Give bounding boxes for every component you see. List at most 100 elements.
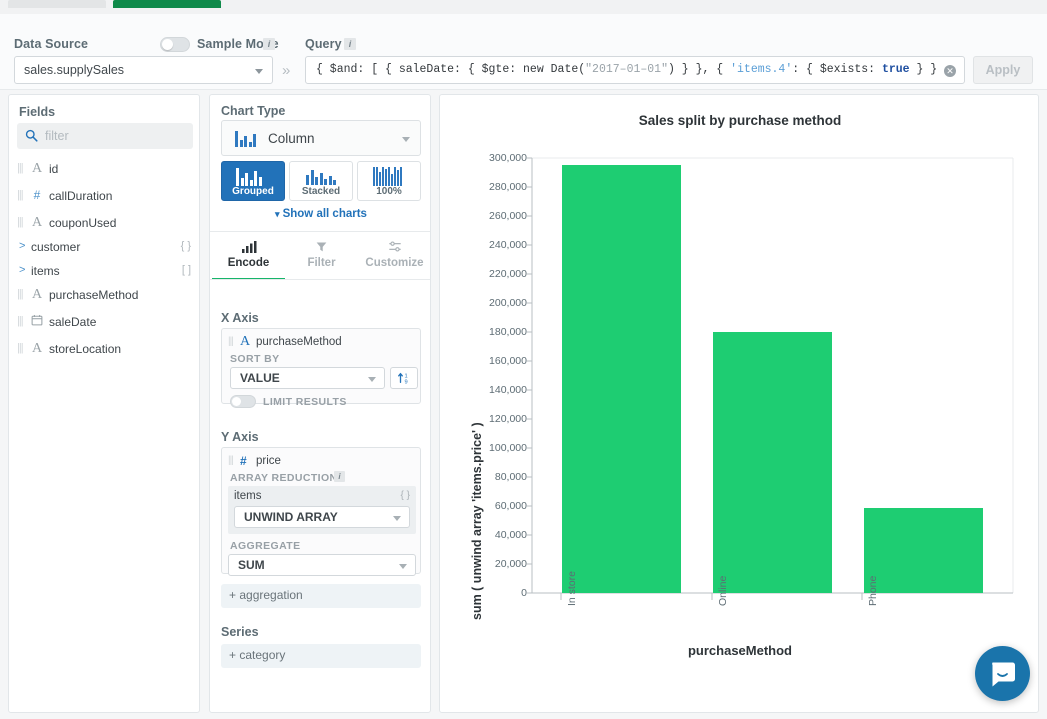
clear-query-icon[interactable]: ✕ [944, 65, 956, 77]
reduction-value: UNWIND ARRAY [244, 510, 338, 524]
chart-type-title: Chart Type [221, 104, 285, 118]
full-height-bars-icon [373, 167, 402, 186]
drag-handle-icon[interactable]: ||| [17, 217, 25, 228]
array-type-icon: [ ] [182, 264, 191, 276]
browser-tab-active[interactable] [113, 0, 221, 8]
chat-launcher-button[interactable] [975, 646, 1030, 701]
show-all-charts-link[interactable]: ▾Show all charts [221, 208, 421, 220]
sample-mode-info-icon[interactable]: i [263, 38, 275, 50]
query-bool-literal: true [882, 63, 910, 76]
field-label: id [49, 162, 58, 176]
object-type-icon: { } [181, 240, 191, 252]
drag-handle-icon[interactable]: ||| [17, 343, 25, 354]
variant-label: Stacked [290, 186, 352, 197]
query-input[interactable]: { $and: [ { saleDate: { $gte: new Date("… [305, 56, 965, 84]
apply-button[interactable]: Apply [973, 56, 1033, 84]
variant-label: 100% [358, 186, 420, 197]
aggregate-select[interactable]: SUM [228, 554, 416, 576]
string-type-icon: A [29, 287, 45, 303]
drag-handle-icon[interactable]: ||| [17, 190, 25, 201]
sort-by-label: SORT BY [230, 353, 279, 365]
tab-label: Encode [212, 257, 285, 269]
series-title: Series [221, 625, 259, 639]
drag-handle-icon[interactable]: ||| [17, 163, 25, 174]
sort-by-select[interactable]: VALUE [230, 367, 385, 389]
query-info-icon[interactable]: i [344, 38, 356, 50]
reduction-select[interactable]: UNWIND ARRAY [234, 506, 410, 528]
chart-variant-grouped[interactable]: Grouped [221, 161, 285, 201]
field-item-id[interactable]: ||| A id [17, 156, 193, 182]
y-axis-field-label: price [256, 455, 281, 467]
chevron-right-icon[interactable]: > [19, 264, 25, 276]
add-aggregation-button[interactable]: + aggregation [221, 584, 421, 608]
chart-variant-100pct[interactable]: 100% [357, 161, 421, 201]
toggle-knob [232, 397, 241, 406]
aggregate-value: SUM [238, 558, 265, 572]
chevron-down-icon [393, 516, 401, 521]
chevron-down-icon [402, 137, 410, 142]
chart-type-value: Column [268, 131, 315, 146]
variant-label: Grouped [222, 186, 284, 197]
sort-direction-button[interactable]: 19 [390, 367, 418, 389]
toolbar-header: Data Source Sample Mode i sales.supplySa… [0, 14, 1047, 90]
field-label: storeLocation [49, 342, 121, 356]
x-axis-card: ||| A purchaseMethod SORT BY VALUE 19 LI… [221, 328, 421, 404]
browser-tab-inactive[interactable] [8, 0, 106, 8]
chevron-right-icon[interactable]: > [19, 240, 25, 252]
calendar-icon [29, 314, 45, 328]
query-segment-4: } } [910, 63, 938, 76]
chart-variant-stacked[interactable]: Stacked [289, 161, 353, 201]
x-axis-field-label: purchaseMethod [256, 336, 342, 348]
query-label: Query [305, 37, 342, 51]
chart-panel: Sales split by purchase method sum ( unw… [439, 94, 1039, 713]
array-reductions-info-icon[interactable]: i [334, 471, 345, 482]
data-source-label: Data Source [14, 37, 88, 51]
drag-handle-icon[interactable]: ||| [17, 316, 25, 327]
y-axis-title: Y Axis [221, 430, 259, 444]
svg-text:9: 9 [404, 379, 407, 385]
number-type-icon: # [240, 454, 247, 468]
add-category-button[interactable]: + category [221, 644, 421, 668]
sample-mode-toggle[interactable] [160, 37, 190, 52]
field-label: items [31, 264, 60, 278]
query-segment-3: : { $exists: [792, 63, 882, 76]
divider [210, 231, 430, 232]
array-reductions-label: ARRAY REDUCTIONS [230, 472, 345, 484]
query-segment-1: { $and: [ { saleDate: { $gte: new Date( [316, 63, 585, 76]
field-item-couponused[interactable]: ||| A couponUsed [17, 210, 193, 236]
fields-filter-placeholder: filter [45, 129, 69, 143]
sort-by-value: VALUE [240, 371, 280, 385]
bar-in-store [562, 165, 681, 593]
tab-filter[interactable]: Filter [285, 237, 358, 280]
query-items-key: 'items.4' [730, 63, 792, 76]
field-item-purchasemethod[interactable]: ||| A purchaseMethod [17, 282, 193, 308]
chart-plot-area: sum ( unwind array 'items.price' ) 300,0… [440, 95, 1040, 714]
tab-customize[interactable]: Customize [358, 237, 431, 280]
tab-encode[interactable]: Encode [212, 237, 285, 280]
chat-bubble-icon [975, 646, 1030, 701]
encode-panel: Chart Type Column Grouped Stacked 100% ▾… [209, 94, 431, 713]
field-label: callDuration [49, 189, 112, 203]
field-item-callduration[interactable]: ||| # callDuration [17, 183, 193, 209]
field-label: customer [31, 240, 80, 254]
field-label: purchaseMethod [49, 288, 138, 302]
drag-handle-icon[interactable]: ||| [17, 289, 25, 300]
tab-label: Filter [285, 257, 358, 269]
field-item-items[interactable]: > items [ ] [17, 258, 193, 284]
bar-phone [864, 508, 983, 593]
limit-results-toggle[interactable] [230, 395, 256, 408]
chevron-down-icon [399, 564, 407, 569]
chart-type-select[interactable]: Column [221, 120, 421, 156]
bar-chart-icon [212, 240, 285, 254]
limit-results-label: LIMIT RESULTS [263, 396, 347, 408]
fields-title: Fields [19, 105, 55, 119]
field-item-saledate[interactable]: ||| saleDate [17, 309, 193, 335]
field-item-customer[interactable]: > customer { } [17, 234, 193, 260]
expand-query-icon[interactable]: » [282, 62, 290, 79]
fields-filter-input[interactable]: filter [17, 123, 193, 149]
data-source-select[interactable]: sales.supplySales [14, 56, 273, 84]
grouped-bars-icon [236, 168, 262, 186]
chevron-down-icon [368, 377, 376, 382]
chevron-down-icon: ▾ [275, 209, 280, 219]
field-item-storelocation[interactable]: ||| A storeLocation [17, 336, 193, 362]
